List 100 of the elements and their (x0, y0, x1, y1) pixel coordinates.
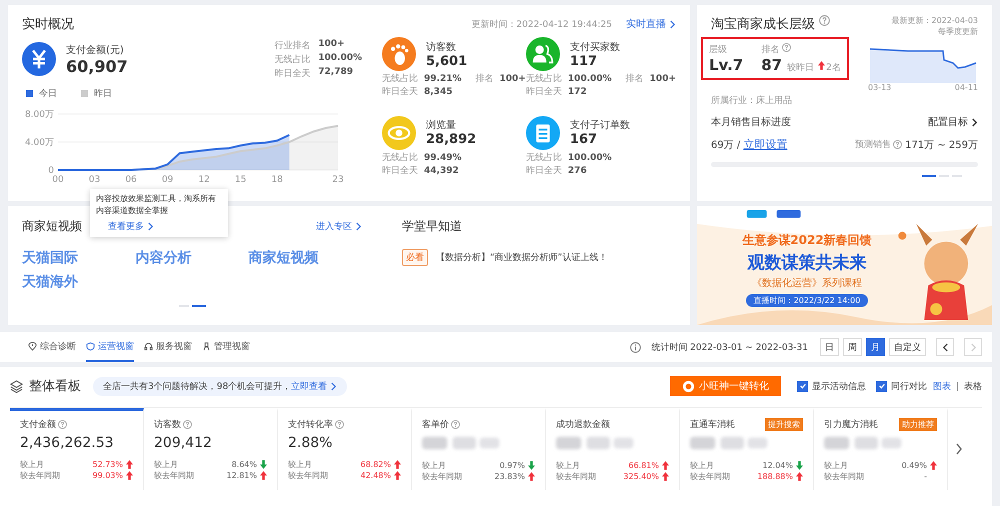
section-title: 商家短视频 (22, 218, 82, 235)
stat-label: 行业排名 (274, 40, 310, 52)
checkbox[interactable] (797, 380, 808, 392)
view-now-link[interactable]: 立即查看 (291, 380, 328, 392)
stat-value: 100.00% (568, 152, 612, 164)
rank-change: 2名 (826, 62, 841, 74)
stat-value: 100+ (650, 73, 676, 86)
level-value: Lv.7 (709, 56, 744, 74)
metric-value: 209,412 (154, 435, 213, 451)
axis-label: 04-11 (954, 83, 978, 92)
pin-icon (28, 342, 37, 350)
metric-label: 支付金额 (20, 418, 56, 430)
enter-link[interactable]: 进入专区 (316, 220, 352, 233)
rank-label: 排名 (761, 44, 780, 56)
metric-card[interactable]: 支付金额 2,436,262.53 较上月 52.73% 较去年同期 99.03% (10, 408, 144, 490)
stat-label: 无线占比 (526, 152, 562, 164)
banner-title: 观数谋策共未来 (748, 252, 866, 274)
compare-label: 较去年同期 (288, 470, 329, 481)
metric-label: 访客数 (426, 40, 457, 54)
axis-label: 03-13 (868, 83, 892, 92)
section-title: 整体看板 (29, 378, 81, 395)
compare-value: 52.73% (92, 459, 123, 470)
compare-label: 较去年同期 (690, 471, 731, 482)
compare-value: - (924, 471, 927, 482)
axis-label: 15 (234, 175, 246, 184)
period-button[interactable]: 自定义 (889, 338, 926, 356)
legend-label: 今日 (39, 88, 57, 100)
rank-change-label: 较昨日 (787, 62, 814, 74)
view-tab[interactable]: 综合诊断 (28, 332, 76, 362)
metric-card[interactable]: 成功退款金额 较上月 66.81% 较去年同期 325.40% (546, 408, 680, 490)
chevron-right-icon (970, 342, 976, 352)
next-button[interactable] (964, 338, 982, 356)
help-icon[interactable] (58, 420, 67, 428)
metric-label: 直通车消耗 (690, 418, 735, 430)
metric-label: 支付买家数 (570, 40, 620, 54)
axis-label: 09 (162, 175, 174, 184)
help-icon[interactable] (183, 420, 192, 428)
set-target-link[interactable]: 立即设置 (743, 137, 788, 152)
metric-card[interactable]: 支付转化率 2.88% 较上月 68.82% 较去年同期 42.48% (278, 408, 412, 490)
period-button[interactable]: 月 (866, 338, 885, 356)
metric-label: 支付金额(元) (66, 44, 125, 56)
metric-label: 支付转化率 (288, 418, 333, 430)
stat-value: 72,789 (318, 66, 353, 78)
forecast-label: 预测销售 (855, 138, 892, 151)
period-button[interactable]: 日 (820, 338, 839, 356)
compare-label: 较去年同期 (824, 471, 865, 482)
help-icon[interactable] (782, 43, 792, 52)
live-link[interactable]: 实时直播 (626, 17, 666, 31)
metric-card[interactable]: 引力魔方消耗 助力推荐 较上月 0.49% 较去年同期 - (814, 408, 948, 490)
metric-value: 5,601 (426, 54, 468, 68)
stat-label: 排名 (476, 73, 494, 86)
view-toggle[interactable]: 表格 (964, 380, 982, 392)
stat-label: 无线占比 (382, 73, 418, 86)
up-arrow-icon (260, 471, 267, 480)
stat-value: 99.21% (424, 73, 462, 86)
checkbox[interactable] (876, 380, 887, 392)
compare-value: 0.97% (500, 460, 525, 471)
up-arrow-icon (930, 461, 937, 470)
metric-card[interactable]: 客单价 较上月 0.97% 较去年同期 23.83% (412, 408, 546, 490)
help-icon[interactable] (893, 140, 902, 149)
down-arrow-icon (528, 461, 535, 470)
compare-label: 较上月 (154, 459, 179, 470)
rank-value: 87 (761, 56, 782, 74)
metric-label: 成功退款金额 (556, 418, 610, 430)
info-icon (630, 342, 642, 352)
news-text[interactable]: 【数据分析】“商业数据分析师”认证上线！ (436, 251, 608, 264)
update-note: 每季度更新 (938, 26, 978, 37)
metric-label: 访客数 (154, 418, 181, 430)
banner-subtitle: 《数据化运营》系列课程 (752, 276, 862, 290)
chevron-right-icon (147, 222, 154, 231)
down-arrow-icon (796, 461, 803, 470)
axis-label: 06 (125, 175, 137, 184)
period-button[interactable]: 周 (843, 338, 862, 356)
compare-label: 较上月 (690, 460, 715, 471)
view-tab[interactable]: 运营视窗 (86, 332, 134, 362)
view-tab[interactable]: 管理视窗 (202, 332, 250, 362)
help-icon[interactable] (819, 15, 830, 26)
stat-label: 昨日全天 (526, 164, 562, 178)
compare-value: 188.88% (757, 471, 793, 482)
help-icon[interactable] (451, 420, 460, 428)
banner-time: 直播时间：2022/3/22 14:00 (746, 294, 868, 307)
chevron-right-icon (330, 382, 338, 390)
config-target-link[interactable]: 配置目标 (928, 115, 968, 129)
person-icon (202, 342, 211, 350)
help-icon[interactable] (335, 420, 344, 428)
stat-label: 昨日全天 (274, 68, 310, 80)
previous-button[interactable] (936, 338, 954, 356)
metric-card[interactable]: 访客数 209,412 较上月 8.64% 较去年同期 12.81% (144, 408, 278, 490)
view-tab[interactable]: 服务视窗 (144, 332, 192, 362)
compare-label: 较去年同期 (422, 471, 463, 482)
see-more-link[interactable]: 查看更多 (108, 220, 144, 233)
stat-value: 276 (568, 164, 587, 178)
stat-label: 昨日全天 (526, 86, 562, 99)
metric-card[interactable]: 直通车消耗 提升搜索 较上月 12.04% 较去年同期 188.88% (680, 408, 814, 490)
stat-value: 8,345 (424, 86, 452, 99)
level-label: 层级 (709, 44, 728, 56)
metric-value: 2.88% (288, 435, 334, 451)
axis-label: 23 (332, 175, 344, 184)
view-toggle[interactable]: 图表 (933, 380, 951, 392)
compare-label: 较去年同期 (556, 471, 597, 482)
